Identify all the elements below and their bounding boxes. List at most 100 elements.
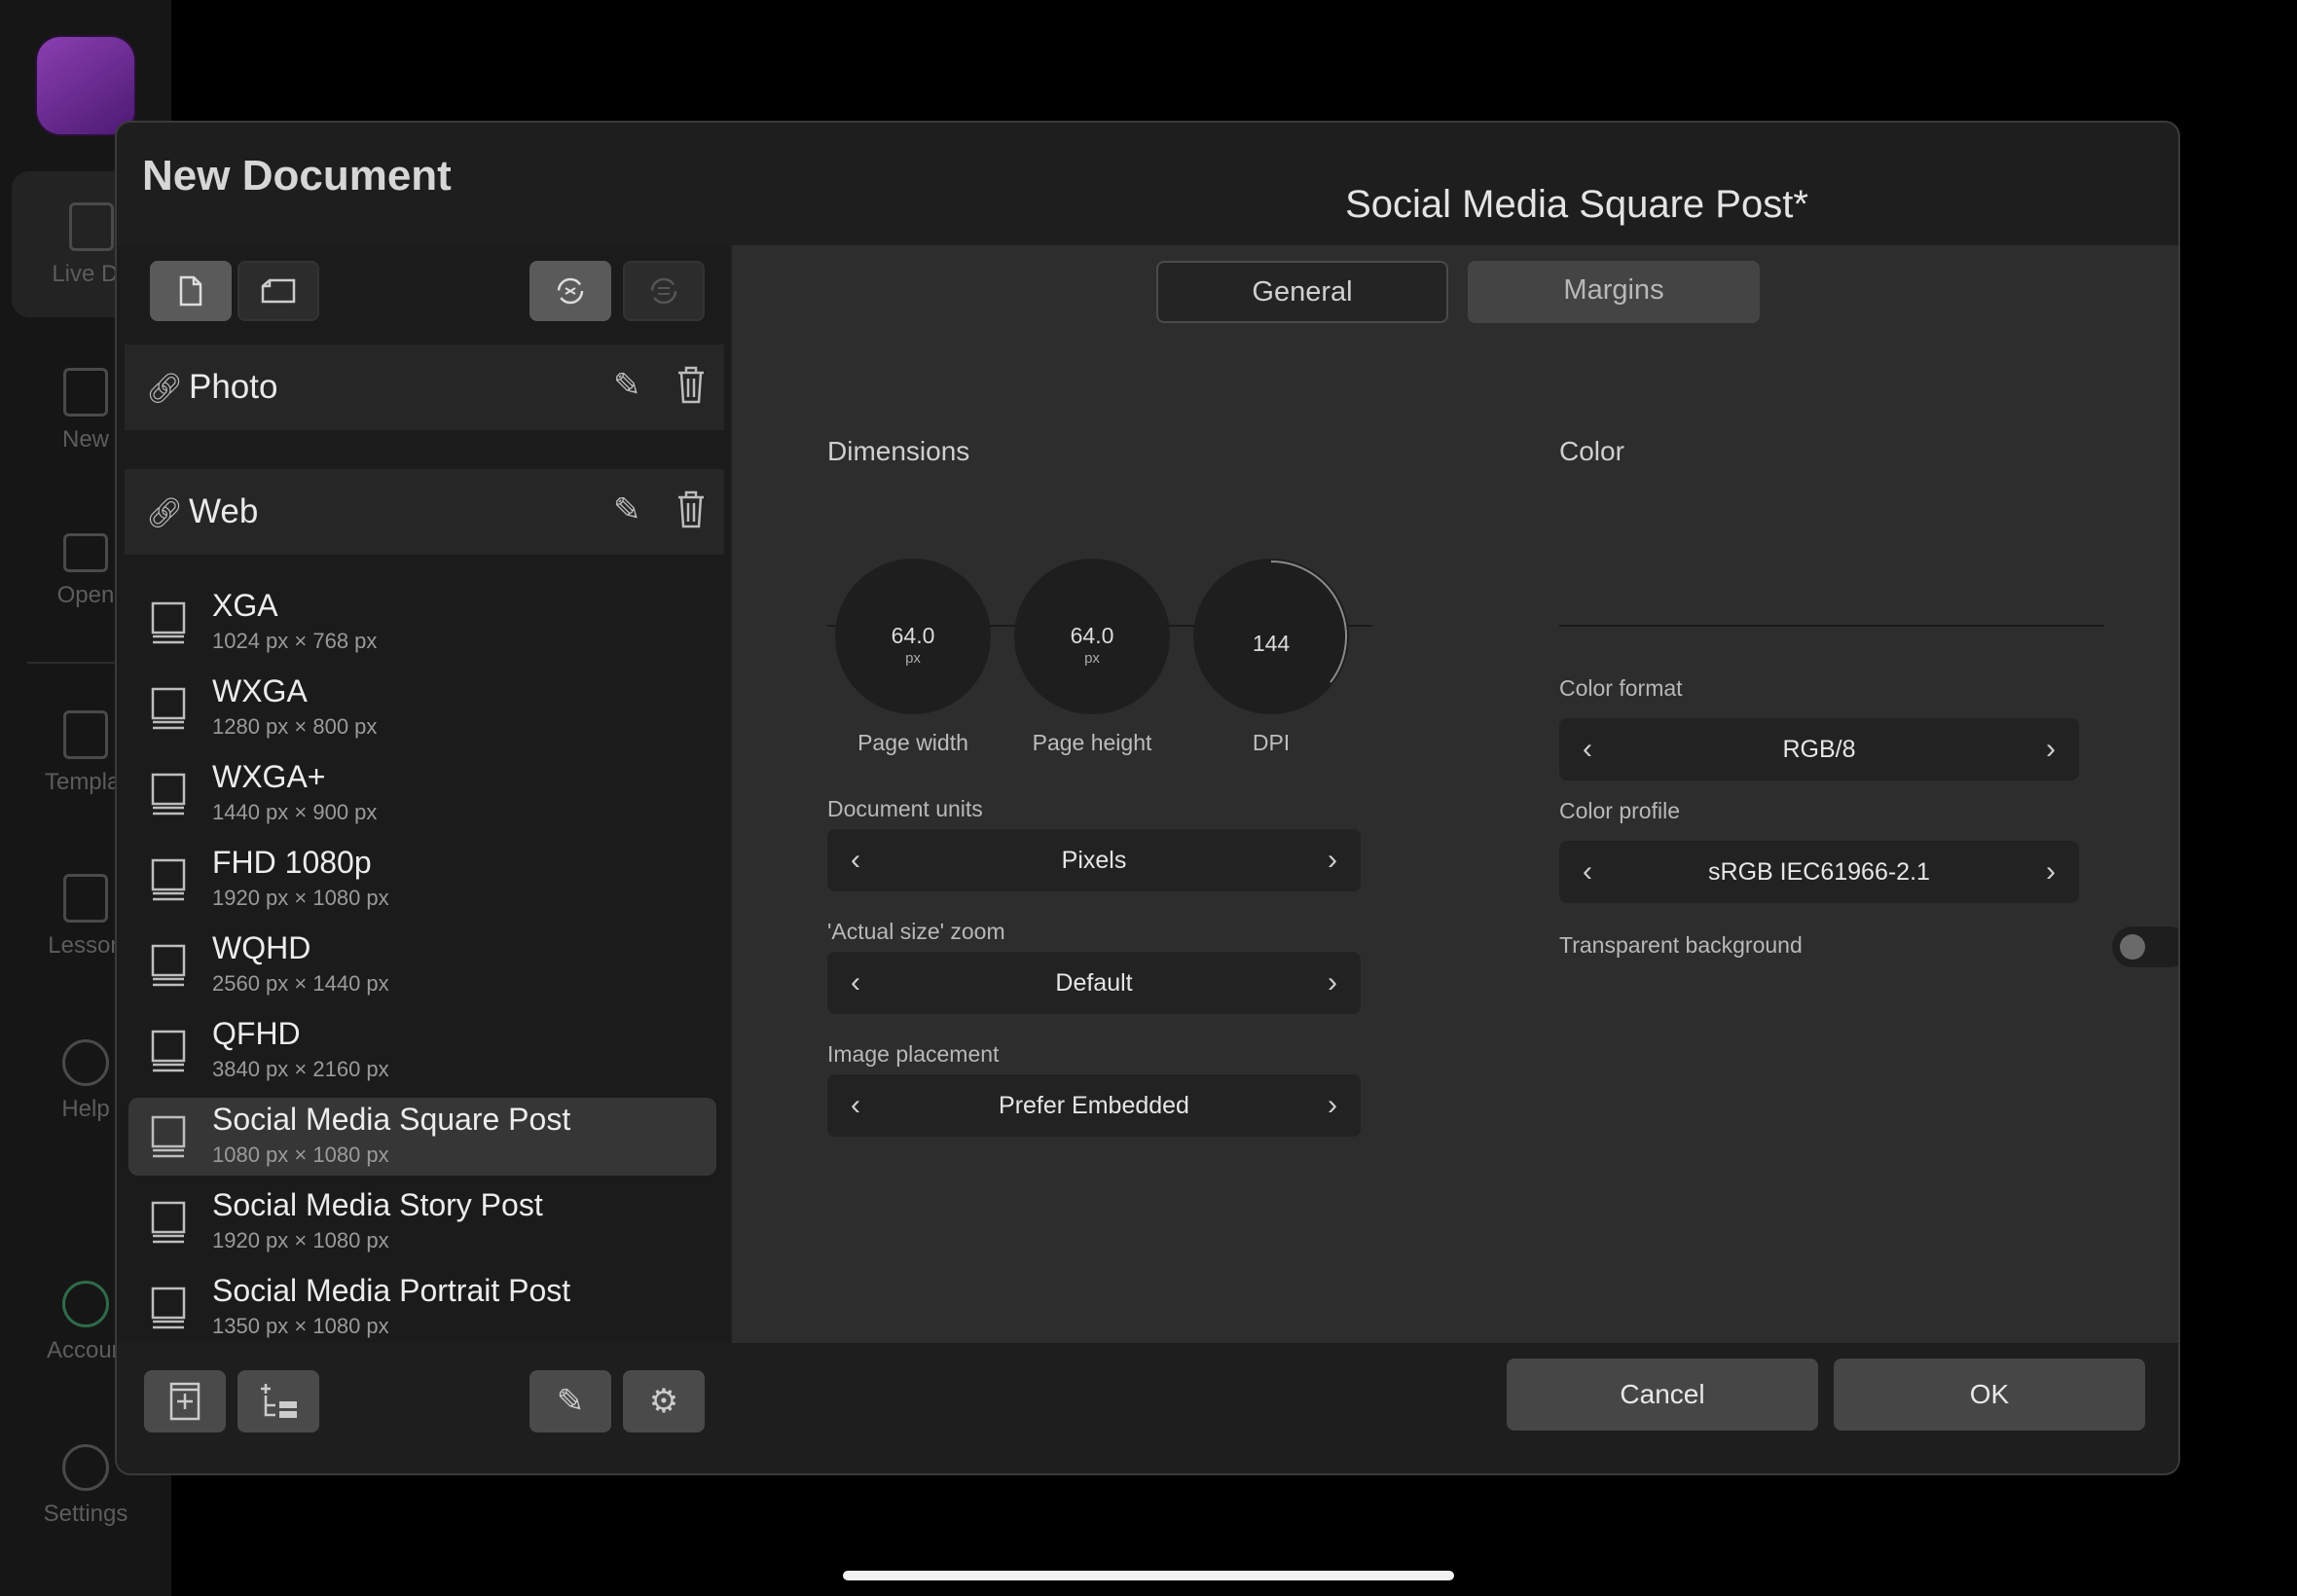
chevron-left-icon[interactable]: ‹ [1563,718,1612,780]
preset-group-photo[interactable]: 🔗︎ Photo ✎ [125,345,724,430]
preset-item[interactable]: WXGA 1280 px × 800 px [128,670,716,747]
preset-size: 1440 px × 900 px [212,800,378,824]
preset-name: QFHD [212,1016,301,1051]
preset-size: 1080 px × 1080 px [212,1143,389,1167]
page-height-dial[interactable]: 64.0 px [1014,559,1170,714]
preset-item[interactable]: Social Media Story Post 1920 px × 1080 px [128,1183,716,1261]
page-width-dial[interactable]: 64.0 px [835,559,991,714]
monitor-icon [151,1115,186,1158]
new-document-icon [63,368,108,417]
preset-name: Social Media Story Post [212,1187,543,1222]
image-placement-label: Image placement [827,1041,1000,1067]
new-document-dialog: New Document Social Media Square Post* 🔗… [115,121,2180,1475]
monitor-icon [151,1201,186,1244]
trash-icon[interactable] [675,489,707,529]
monitor-icon [151,944,186,987]
pen-tool-icon[interactable]: ✎ [613,490,641,529]
preset-name: WXGA [212,673,308,708]
chevron-right-icon[interactable]: › [2026,841,2075,903]
chevron-left-icon[interactable]: ‹ [831,1074,880,1137]
tab-general[interactable]: General [1156,261,1448,323]
color-heading: Color [1559,436,1624,466]
chevron-right-icon[interactable]: › [1308,829,1357,891]
link-icon: 🔗︎ [146,497,184,529]
chevron-left-icon[interactable]: ‹ [831,829,880,891]
cancel-button[interactable]: Cancel [1507,1359,1818,1431]
preset-item[interactable]: FHD 1080p 1920 px × 1080 px [128,841,716,919]
gear-icon: ⚙ [648,1383,679,1420]
color-format-label: Color format [1559,675,1683,701]
portrait-page-icon [179,275,202,307]
sync-disabled-icon [650,277,677,305]
pen-tool-icon[interactable]: ✎ [613,366,641,405]
preset-name: WXGA+ [212,759,326,794]
landscape-page-icon [261,278,296,304]
actual-size-zoom-stepper[interactable]: ‹ Default › [827,952,1361,1014]
page-height-label: Page height [1032,730,1152,755]
link-icon: 🔗︎ [146,373,184,405]
preset-group-web[interactable]: 🔗︎ Web ✎ [125,469,724,555]
chevron-left-icon[interactable]: ‹ [831,952,880,1014]
color-profile-label: Color profile [1559,798,1680,823]
monitor-icon [151,601,186,644]
actual-size-zoom-label: 'Actual size' zoom [827,919,1005,944]
preset-item[interactable]: WXGA+ 1440 px × 900 px [128,755,716,833]
dialog-footer: ✎ ⚙ Cancel OK [117,1343,2178,1473]
ok-button[interactable]: OK [1834,1359,2145,1431]
add-preset-button[interactable] [144,1370,226,1433]
color-format-stepper[interactable]: ‹ RGB/8 › [1559,718,2079,780]
page-width-label: Page width [857,730,968,755]
transparent-background-label: Transparent background [1559,932,1803,958]
color-profile-stepper[interactable]: ‹ sRGB IEC61966-2.1 › [1559,841,2079,903]
sync-preset-disabled-button[interactable] [623,261,705,321]
preset-name: XGA [212,588,278,623]
preset-item[interactable]: Social Media Portrait Post 1350 px × 1080… [128,1269,716,1347]
chevron-right-icon[interactable]: › [2026,718,2075,780]
preset-item[interactable]: QFHD 3840 px × 2160 px [128,1012,716,1090]
monitor-icon [151,773,186,816]
preset-name: Social Media Portrait Post [212,1273,571,1308]
preferences-button[interactable]: ⚙ [623,1370,705,1433]
template-icon [63,710,108,759]
preset-item[interactable]: Social Media Square Post 1080 px × 1080 p… [128,1098,716,1176]
image-placement-stepper[interactable]: ‹ Prefer Embedded › [827,1074,1361,1137]
transparent-background-toggle[interactable] [2112,926,2178,967]
sync-icon [557,277,584,305]
preset-item[interactable]: WQHD 2560 px × 1440 px [128,926,716,1004]
document-units-label: Document units [827,796,983,821]
settings-panel: General Margins Dimensions 64.0 px Page … [732,245,2178,1343]
landscape-orientation-button[interactable] [237,261,319,321]
preset-title: Social Media Square Post* [1345,183,1808,226]
app-logo[interactable] [37,37,134,134]
chevron-left-icon[interactable]: ‹ [1563,841,1612,903]
portrait-orientation-button[interactable] [150,261,232,321]
document-units-stepper[interactable]: ‹ Pixels › [827,829,1361,891]
gear-icon [62,1444,109,1491]
monitor-icon [151,1030,186,1072]
add-category-icon [261,1384,297,1418]
chevron-right-icon[interactable]: › [1308,952,1357,1014]
monitor-icon [151,1287,186,1329]
add-category-button[interactable] [237,1370,319,1433]
preset-item[interactable]: XGA 1024 px × 768 px [128,584,716,662]
dimensions-heading: Dimensions [827,436,970,466]
sync-preset-button[interactable] [529,261,611,321]
home-indicator [843,1571,1454,1580]
chevron-right-icon[interactable]: › [1308,1074,1357,1137]
dpi-dial[interactable]: 144 [1193,559,1349,714]
preset-name: FHD 1080p [212,845,372,880]
tab-margins[interactable]: Margins [1468,261,1760,323]
preset-name: WQHD [212,930,311,965]
preset-size: 3840 px × 2160 px [212,1057,389,1081]
pen-tool-icon: ✎ [556,1383,585,1420]
trash-icon[interactable] [675,364,707,405]
folder-icon [63,533,108,572]
monitor-icon [151,687,186,730]
preset-size: 2560 px × 1440 px [212,971,389,996]
preset-name: Social Media Square Post [212,1102,571,1137]
edit-style-button[interactable]: ✎ [529,1370,611,1433]
document-icon [69,202,114,251]
dpi-label: DPI [1252,730,1291,755]
dialog-title: New Document [142,152,452,200]
preset-size: 1280 px × 800 px [212,714,378,739]
